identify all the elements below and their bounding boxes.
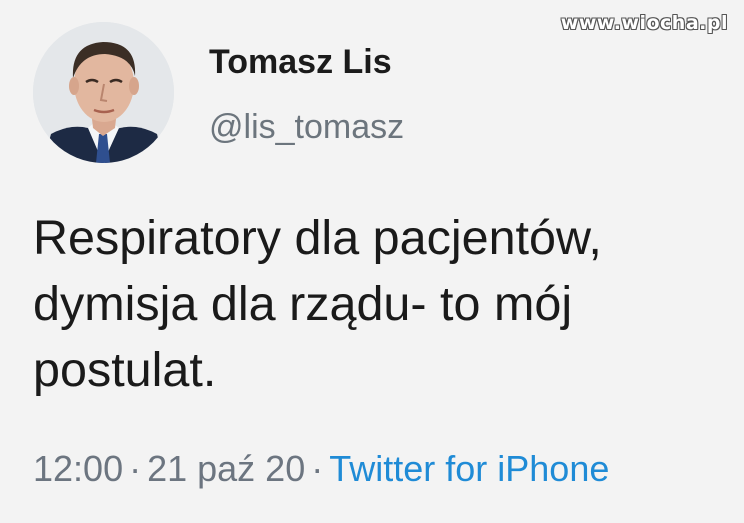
tweet-source-link[interactable]: Twitter for iPhone bbox=[329, 448, 609, 489]
tweet-time[interactable]: 12:00 bbox=[33, 448, 123, 489]
tweet-text-line: Respiratory dla pacjentów, bbox=[33, 211, 602, 265]
tweet-metadata: 12:00 · 21 paź 20 · Twitter for iPhone bbox=[33, 448, 609, 490]
meta-separator: · bbox=[311, 448, 324, 489]
tweet-date[interactable]: 21 paź 20 bbox=[147, 448, 305, 489]
author-handle[interactable]: @lis_tomasz bbox=[209, 108, 404, 147]
meta-separator: · bbox=[129, 448, 142, 489]
author-display-name[interactable]: Tomasz Lis bbox=[209, 43, 392, 82]
tweet-text-line: dymisja dla rządu- to mój bbox=[33, 277, 573, 331]
avatar[interactable] bbox=[33, 22, 174, 163]
tweet-text: Respiratory dla pacjentów, dymisja dla r… bbox=[33, 205, 723, 403]
tweet-card: Tomasz Lis @lis_tomasz Respiratory dla p… bbox=[0, 0, 744, 523]
tweet-text-line: postulat. bbox=[33, 343, 217, 397]
avatar-photo bbox=[33, 22, 174, 163]
watermark: www.wiocha.pl bbox=[560, 12, 728, 34]
